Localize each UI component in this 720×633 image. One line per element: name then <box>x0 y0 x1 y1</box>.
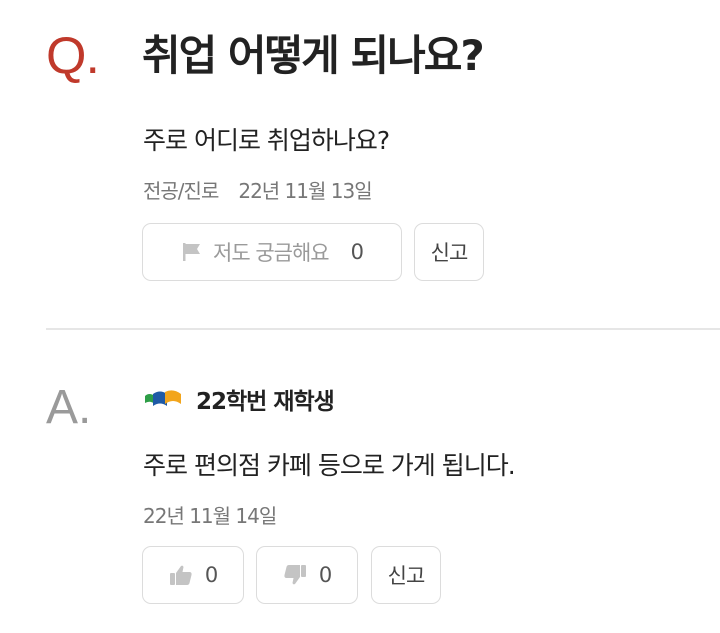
school-logo-icon <box>143 388 187 410</box>
dislike-count: 0 <box>318 563 332 587</box>
question-body: 주로 어디로 취업하나요? <box>143 126 390 155</box>
author-name: 22학번 재학생 <box>196 389 335 415</box>
thumbs-down-icon <box>283 564 307 586</box>
question-date: 22년 11월 13일 <box>238 179 372 203</box>
thumbs-up-icon <box>169 564 193 586</box>
question-meta: 전공/진로 22년 11월 13일 <box>143 176 373 206</box>
question-title: 취업 어떻게 되나요? <box>142 31 485 80</box>
report-question-button[interactable]: 신고 <box>414 223 484 281</box>
curious-label: 저도 궁금해요 <box>213 241 330 265</box>
section-divider <box>46 328 720 330</box>
answer-date: 22년 11월 14일 <box>143 504 277 528</box>
like-count: 0 <box>204 563 218 587</box>
curious-count: 0 <box>350 240 364 264</box>
answer-marker: A. <box>46 381 92 434</box>
answer-author: 22학번 재학생 <box>143 382 335 416</box>
flag-icon <box>181 241 203 263</box>
dislike-button[interactable]: 0 <box>256 546 358 604</box>
question-category: 전공/진로 <box>143 179 219 203</box>
report-answer-button[interactable]: 신고 <box>371 546 441 604</box>
answer-body: 주로 편의점 카페 등으로 가게 됩니다. <box>143 451 516 480</box>
like-button[interactable]: 0 <box>142 546 244 604</box>
curious-button[interactable]: 저도 궁금해요 0 <box>142 223 402 281</box>
question-marker: Q. <box>46 27 100 85</box>
